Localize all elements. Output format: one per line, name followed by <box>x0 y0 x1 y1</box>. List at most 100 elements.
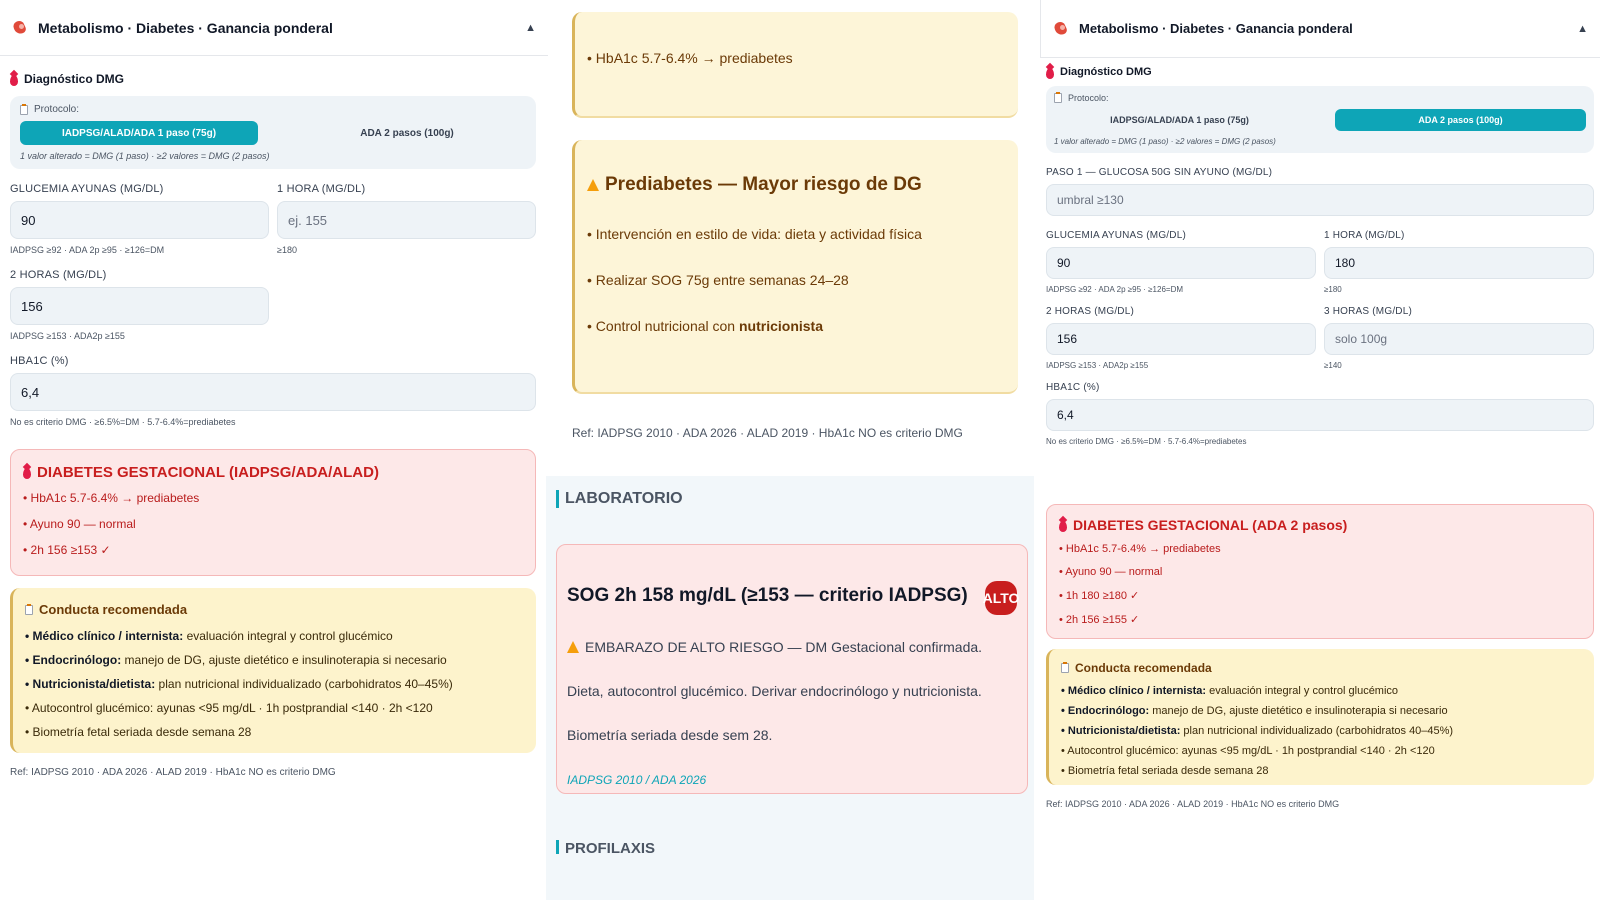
one-hour-label: 1 HORA (MG/DL) <box>1324 230 1405 241</box>
protocol-one-step-button[interactable]: IADPSG/ALAD/ADA 1 paso (75g) <box>1054 109 1305 131</box>
conduct-item: • Biometría fetal seriada desde semana 2… <box>1061 765 1582 777</box>
fasting-label: GLUCEMIA AYUNAS (MG/DL) <box>1046 230 1186 241</box>
diagnosis-title: Diagnóstico DMG <box>1046 66 1594 79</box>
protocol-two-step-button[interactable]: ADA 2 pasos (100g) <box>288 121 526 145</box>
conduct-item-text: evaluación integral y control glucémico <box>1206 685 1399 697</box>
alert-title-text: DIABETES GESTACIONAL (IADPSG/ADA/ALAD) <box>37 464 379 481</box>
conduct-item-text: • Biometría fetal seriada desde semana 2… <box>1061 765 1269 777</box>
collapse-caret-icon[interactable]: ▲ <box>525 22 536 34</box>
conduct-item: • Biometría fetal seriada desde semana 2… <box>25 725 524 739</box>
one-hour-input[interactable] <box>277 201 536 239</box>
alert-item: • HbA1c 5.7-6.4% → prediabetes <box>23 491 200 505</box>
prediabetes-card: Prediabetes — Mayor riesgo de DG • Inter… <box>572 140 1018 394</box>
three-hour-hint: ≥140 <box>1324 361 1342 370</box>
protocol-selector: Protocolo: IADPSG/ALAD/ADA 1 paso (75g) … <box>1046 86 1594 153</box>
alert-item: • 2h 156 ≥155 ✓ <box>1059 614 1140 626</box>
conduct-item-text: manejo de DG, ajuste dietético e insulin… <box>121 653 447 667</box>
conduct-item-role: • Endocrinólogo: <box>25 653 122 667</box>
one-hour-input[interactable] <box>1324 247 1594 279</box>
diagnosis-title-text: Diagnóstico DMG <box>24 72 125 86</box>
conduct-item-role: • Nutricionista/dietista: <box>1061 725 1181 737</box>
two-hour-input[interactable] <box>10 287 269 325</box>
laboratory-section-title: LABORATORIO <box>556 490 683 508</box>
fasting-hint: IADPSG ≥92 · ADA 2p ≥95 · ≥126=DM <box>1046 285 1184 294</box>
conduct-item-text: • Autocontrol glucémico: ayunas <95 mg/d… <box>25 701 433 715</box>
conduct-item-text: manejo de DG, ajuste dietético e insulin… <box>1149 705 1448 717</box>
lab-result-text: EMBARAZO DE ALTO RIESGO — DM Gestacional… <box>567 625 1017 757</box>
hba1c-hint: No es criterio DMG · ≥6.5%=DM · 5.7-6.4%… <box>10 417 236 427</box>
fasting-glucose-input[interactable] <box>1046 247 1316 279</box>
alert-item: • 2h 156 ≥153 ✓ <box>23 543 111 557</box>
step-one-input[interactable] <box>1046 184 1594 216</box>
prediabetes-title-text: Prediabetes — Mayor riesgo de DG <box>605 174 922 195</box>
alert-item: • HbA1c 5.7-6.4% → prediabetes <box>1059 543 1221 555</box>
conduct-item-text: evaluación integral y control glucémico <box>183 629 393 643</box>
blood-drop-icon <box>10 74 18 86</box>
warning-icon <box>567 641 579 653</box>
protocol-selector: Protocolo: IADPSG/ALAD/ADA 1 paso (75g) … <box>10 96 536 169</box>
conduct-item: • Nutricionista/dietista: plan nutricion… <box>1061 725 1582 737</box>
conduct-item-role: • Nutricionista/dietista: <box>25 677 156 691</box>
hba1c-label: HBA1C (%) <box>1046 382 1100 393</box>
section-header-title: Metabolismo · Diabetes · Ganancia ponder… <box>1079 21 1353 36</box>
conduct-title: Conducta recomendada <box>1061 661 1582 675</box>
conduct-title-text: Conducta recomendada <box>39 602 188 617</box>
alert-item: • Ayuno 90 — normal <box>23 517 136 531</box>
organ-icon <box>12 20 28 36</box>
conduct-item-text: • Autocontrol glucémico: ayunas <95 mg/d… <box>1061 745 1435 757</box>
reference-note: Ref: IADPSG 2010 · ADA 2026 · ALAD 2019 … <box>10 767 336 778</box>
hba1c-input[interactable] <box>1046 399 1594 431</box>
reference-note: Ref: IADPSG 2010 · ADA 2026 · ALAD 2019 … <box>1046 799 1340 809</box>
conduct-item-text: • Biometría fetal seriada desde semana 2… <box>25 725 252 739</box>
prediabetes-item: • Intervención en estilo de vida: dieta … <box>587 226 922 242</box>
protocol-label-text: Protocolo: <box>1068 93 1109 103</box>
diagnosis-title: Diagnóstico DMG <box>10 72 536 86</box>
hba1c-label: HBA1C (%) <box>10 355 69 367</box>
protocol-one-step-button[interactable]: IADPSG/ALAD/ADA 1 paso (75g) <box>20 121 258 145</box>
protocol-label: Protocolo: <box>20 103 526 115</box>
lab-result-title: SOG 2h 158 mg/dL (≥153 — criterio IADPSG… <box>567 585 968 606</box>
hba1c-input[interactable] <box>10 373 536 411</box>
lab-reference: IADPSG 2010 / ADA 2026 <box>567 773 707 787</box>
clipboard-icon <box>20 103 28 115</box>
prediabetes-summary-card: • HbA1c 5.7-6.4% → prediabetes <box>572 12 1018 118</box>
reference-note: Ref: IADPSG 2010 · ADA 2026 · ALAD 2019 … <box>572 426 963 440</box>
section-header[interactable]: Metabolismo · Diabetes · Ganancia ponder… <box>0 0 548 56</box>
prediabetes-item-text: • Control nutricional con <box>587 318 739 334</box>
panel-results: • HbA1c 5.7-6.4% → prediabetes Prediabet… <box>546 0 1034 900</box>
panel-one-step: Metabolismo · Diabetes · Ganancia ponder… <box>0 0 548 900</box>
alert-title: DIABETES GESTACIONAL (IADPSG/ADA/ALAD) <box>23 464 523 481</box>
organ-icon <box>1053 21 1069 37</box>
section-header[interactable]: Metabolismo · Diabetes · Ganancia ponder… <box>1040 0 1600 58</box>
one-hour-hint: ≥180 <box>1324 285 1342 294</box>
lab-result-text-content: EMBARAZO DE ALTO RIESGO — DM Gestacional… <box>567 639 983 743</box>
recommended-conduct: Conducta recomendada • Médico clínico / … <box>10 588 536 753</box>
collapse-caret-icon[interactable]: ▲ <box>1577 23 1588 35</box>
two-hour-label: 2 HORAS (MG/DL) <box>10 269 107 281</box>
three-hour-input[interactable] <box>1324 323 1594 355</box>
conduct-title: Conducta recomendada <box>25 602 524 617</box>
protocol-label-text: Protocolo: <box>34 104 80 115</box>
diagnosis-alert: DIABETES GESTACIONAL (IADPSG/ADA/ALAD) •… <box>10 449 536 576</box>
conduct-item-role: • Médico clínico / internista: <box>25 629 184 643</box>
recommended-conduct: Conducta recomendada • Médico clínico / … <box>1046 649 1594 785</box>
blood-drop-icon <box>23 468 31 479</box>
fasting-hint: IADPSG ≥92 · ADA 2p ≥95 · ≥126=DM <box>10 245 165 255</box>
panel-two-step: Metabolismo · Diabetes · Ganancia ponder… <box>1040 0 1600 900</box>
conduct-item: • Autocontrol glucémico: ayunas <95 mg/d… <box>25 701 524 715</box>
section-header-title: Metabolismo · Diabetes · Ganancia ponder… <box>38 19 333 36</box>
fasting-label: GLUCEMIA AYUNAS (MG/DL) <box>10 183 164 195</box>
fasting-glucose-input[interactable] <box>10 201 269 239</box>
one-hour-hint: ≥180 <box>277 245 297 255</box>
clipboard-icon <box>1054 92 1062 103</box>
lab-result-card: SOG 2h 158 mg/dL (≥153 — criterio IADPSG… <box>556 544 1028 794</box>
protocol-two-step-button[interactable]: ADA 2 pasos (100g) <box>1335 109 1586 131</box>
protocol-note: 1 valor alterado = DMG (1 paso) · ≥2 val… <box>1054 137 1276 146</box>
two-hour-input[interactable] <box>1046 323 1316 355</box>
diagnosis-title-text: Diagnóstico DMG <box>1060 66 1152 78</box>
conduct-item: • Médico clínico / internista: evaluació… <box>25 629 524 643</box>
two-hour-label: 2 HORAS (MG/DL) <box>1046 306 1135 317</box>
blood-drop-icon <box>1059 520 1067 532</box>
conduct-item-text: plan nutricional individualizado (carboh… <box>155 677 453 691</box>
alert-item: • Ayuno 90 — normal <box>1059 566 1163 578</box>
